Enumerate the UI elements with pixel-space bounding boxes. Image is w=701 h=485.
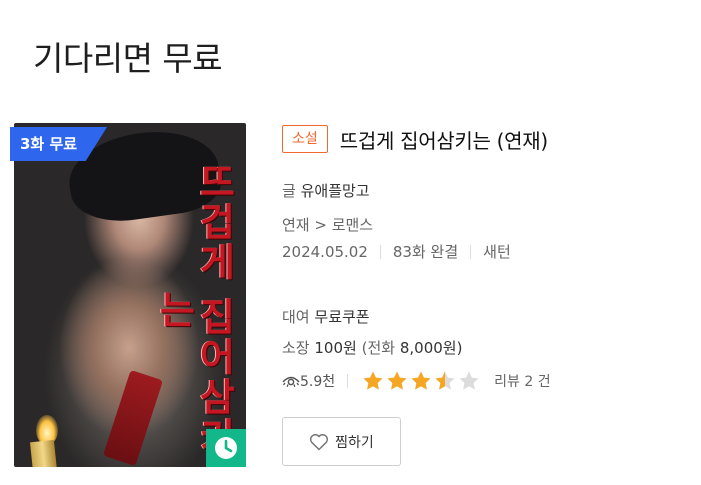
book-info: 소설 뜨겁게 집어삼키는 (연재) 글 유애플망고 연재 > 로맨스 2024.… — [282, 124, 692, 466]
clock-icon — [206, 429, 246, 467]
cover-title-art: 뜨겁게 집어삼키는 — [152, 162, 237, 458]
author-label: 글 — [282, 182, 296, 200]
wishlist-button[interactable]: 찜하기 — [282, 417, 401, 466]
star-icon — [411, 371, 431, 390]
category: 연재 > 로맨스 — [282, 216, 374, 234]
star-icon — [459, 371, 479, 390]
star-icon — [387, 371, 407, 390]
divider — [347, 374, 349, 388]
book-title[interactable]: 뜨겁게 집어삼키는 (연재) — [340, 125, 548, 154]
divider — [470, 244, 472, 259]
rent-price-line: 대여 무료쿠폰 — [282, 306, 370, 327]
publisher: 새턴 — [483, 243, 511, 261]
episode-count: 83화 완결 — [392, 243, 459, 261]
rating-stars — [362, 370, 482, 392]
publish-date: 2024.05.02 — [282, 242, 368, 261]
view-count: 5.9천 — [300, 374, 336, 390]
section-title: 기다리면 무료 — [33, 39, 223, 78]
rent-label: 대여 — [282, 308, 310, 326]
views: 5.9천 — [282, 371, 335, 391]
divider — [379, 244, 381, 259]
star-icon — [435, 371, 455, 390]
genre-tag: 소설 — [282, 125, 328, 153]
publication-info: 2024.05.02 83화 완결 새턴 — [282, 241, 511, 262]
cover-art-tie — [102, 369, 164, 467]
heart-icon — [310, 433, 329, 450]
wishlist-label: 찜하기 — [335, 434, 374, 451]
author-name[interactable]: 유애플망고 — [301, 182, 370, 200]
rent-value: 무료쿠폰 — [314, 308, 370, 326]
own-price-line: 소장 100원 (전화 8,000원) — [282, 337, 462, 358]
own-label: 소장 — [282, 339, 310, 357]
author-line: 글 유애플망고 — [282, 180, 370, 201]
own-value: 100원 — [314, 339, 357, 357]
title-row: 소설 뜨겁게 집어삼키는 (연재) — [282, 124, 692, 154]
cover-art-lighter — [29, 439, 59, 467]
own-extra-price: 8,000원) — [399, 339, 463, 357]
own-extra-label: (전화 — [361, 339, 396, 357]
star-icon — [363, 371, 383, 390]
review-count[interactable]: 리뷰 2 건 — [494, 371, 550, 391]
stats-line: 5.9천 리뷰 2 건 — [282, 370, 551, 392]
book-cover-image[interactable]: 뜨겁게 집어삼키는 — [14, 123, 246, 467]
eye-icon — [282, 376, 300, 388]
